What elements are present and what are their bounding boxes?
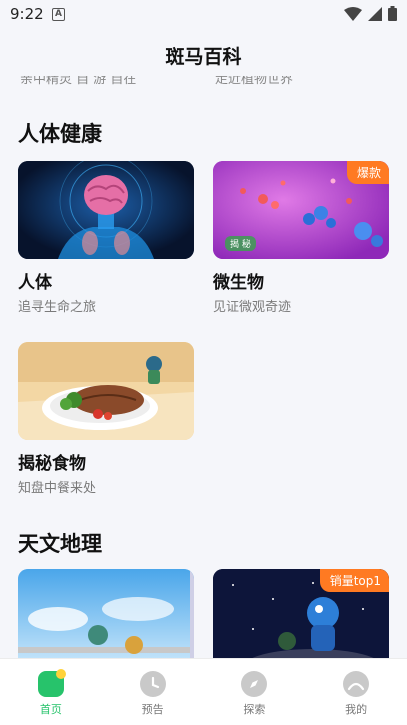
tab-home[interactable]: 首页 (0, 659, 102, 725)
sky-characters-illustration (18, 569, 194, 658)
app-header: 斑马百科 (0, 30, 407, 76)
microbes-illustration: 揭 秘 爆款 (213, 161, 389, 259)
peek-text-left: 亲中精灵 自 游 自在 (20, 76, 137, 87)
image-caption: 揭 秘 (225, 236, 256, 251)
profile-icon (343, 671, 370, 697)
space-astronaut-illustration: 销量top1 (213, 569, 389, 658)
section-title-health: 人体健康 (18, 122, 102, 146)
clock-icon (139, 671, 166, 697)
tab-explore[interactable]: 探索 (204, 659, 306, 725)
home-icon (37, 669, 66, 697)
tab-label: 探索 (243, 703, 266, 716)
status-time: 9:22 (10, 5, 44, 23)
card-subtitle: 知盘中餐来处 (18, 481, 97, 496)
course-card-food[interactable]: 揭秘食物 知盘中餐来处 (18, 342, 194, 496)
status-bar: 9:22 A (0, 0, 407, 30)
status-icons (344, 6, 397, 21)
human-body-illustration (18, 161, 194, 259)
card-title: 人体 (18, 273, 52, 293)
steak-plate-illustration (18, 342, 194, 440)
bestseller-badge: 销量top1 (319, 569, 389, 592)
section-title-astronomy: 天文地理 (18, 532, 102, 556)
course-card-space[interactable]: 销量top1 (213, 569, 389, 658)
tab-preview[interactable]: 预告 (102, 659, 204, 725)
course-card-human-body[interactable]: 人体 追寻生命之旅 (18, 161, 194, 315)
course-card-sky[interactable] (18, 569, 194, 658)
card-title: 揭秘食物 (18, 454, 86, 474)
content-scroll[interactable]: 亲中精灵 自 游 自在 走近植物世界 人体健康 人体 追寻生命之旅 揭 秘 爆款… (0, 76, 407, 658)
tab-profile[interactable]: 我的 (305, 659, 407, 725)
compass-icon (241, 671, 268, 697)
card-subtitle: 追寻生命之旅 (18, 300, 97, 315)
card-subtitle: 见证微观奇迹 (213, 300, 292, 315)
wifi-icon (344, 6, 362, 21)
card-title: 微生物 (213, 273, 264, 293)
tab-label: 我的 (345, 703, 368, 716)
hot-badge: 爆款 (346, 161, 389, 184)
tab-label: 首页 (39, 703, 62, 716)
signal-icon (368, 6, 382, 21)
notification-icon: A (52, 8, 65, 21)
bottom-tab-bar: 首页 预告 探索 我的 (0, 658, 407, 725)
tab-label: 预告 (141, 703, 164, 716)
course-card-microbes[interactable]: 揭 秘 爆款 微生物 见证微观奇迹 (213, 161, 389, 315)
page-title: 斑马百科 (165, 46, 242, 68)
peek-text-right: 走近植物世界 (215, 76, 294, 87)
battery-icon (388, 6, 397, 21)
